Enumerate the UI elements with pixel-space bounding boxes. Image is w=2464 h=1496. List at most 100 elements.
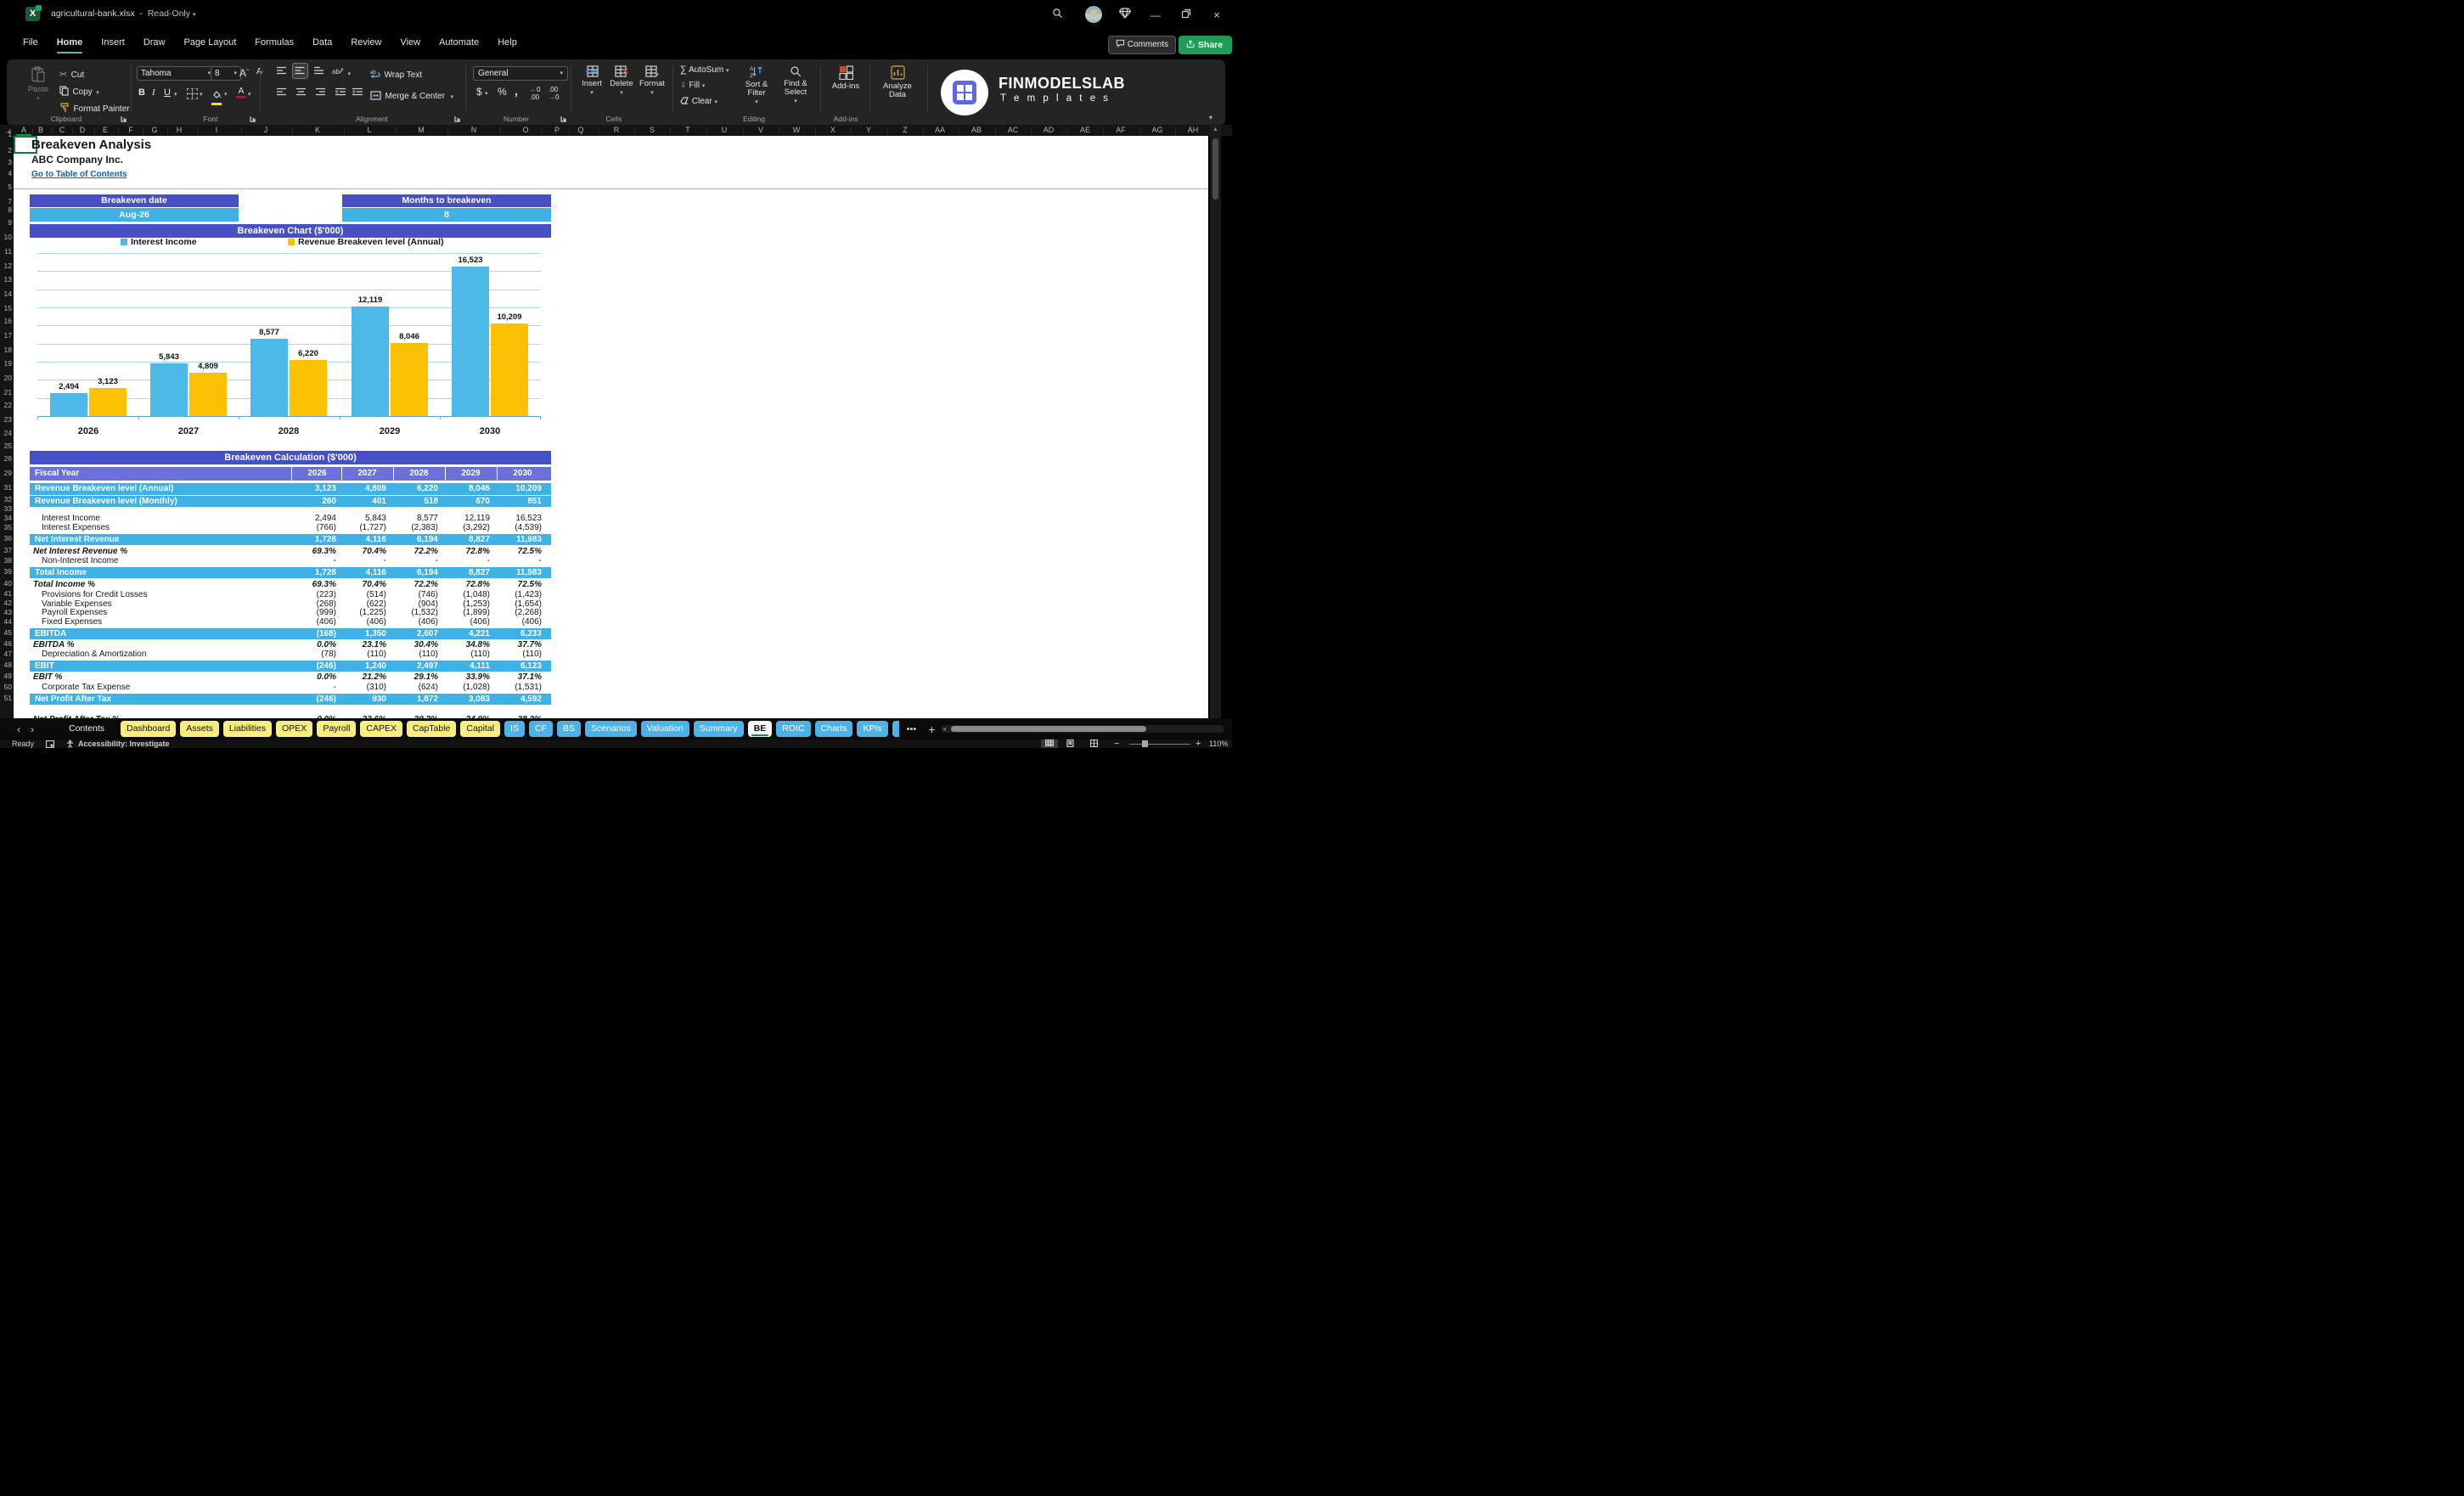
alignment-dialog-launcher[interactable]	[454, 115, 461, 122]
row-header-40[interactable]: 40	[0, 579, 12, 588]
horizontal-scroll-thumb[interactable]	[951, 726, 1146, 732]
table-row-interest-expenses[interactable]: Interest Expenses (766) (1,727) (2,383) (3,2…	[30, 523, 551, 532]
page-break-view-button[interactable]	[1089, 739, 1099, 748]
column-header-K[interactable]: K	[308, 125, 327, 136]
align-middle-icon[interactable]	[292, 63, 308, 79]
sheet-tab-contents[interactable]: Contents	[63, 721, 110, 737]
cell-value[interactable]: 260	[291, 496, 336, 507]
font-family-select[interactable]: Tahoma ▾	[137, 66, 215, 81]
column-header-AB[interactable]: AB	[967, 125, 986, 136]
cell-value[interactable]: -	[291, 683, 336, 692]
cell-value[interactable]: 401	[341, 496, 386, 507]
cell-value[interactable]: 33.9%	[445, 672, 490, 683]
table-row-depreciation-amortization[interactable]: Depreciation & Amortization (78) (110) (110…	[30, 650, 551, 659]
cell-value[interactable]: 4,809	[341, 483, 386, 495]
fill-button[interactable]: ⇩ Fill ▾	[680, 81, 705, 90]
cell-value[interactable]: (406)	[393, 618, 438, 627]
borders-chevron-icon[interactable]: ▾	[200, 91, 203, 98]
row-header-46[interactable]: 46	[0, 639, 12, 648]
row-header-37[interactable]: 37	[0, 546, 12, 554]
cell-value[interactable]: (246)	[291, 661, 336, 672]
column-header-AH[interactable]: AH	[1184, 125, 1202, 136]
cell-value[interactable]: 6,233	[497, 628, 542, 639]
cell-value[interactable]: 4,116	[341, 534, 386, 545]
breakeven-date-label[interactable]: Breakeven date	[30, 194, 239, 207]
breakeven-date-value[interactable]: Aug-26	[30, 208, 239, 222]
column-header-M[interactable]: M	[412, 125, 430, 136]
table-row-corporate-tax-expense[interactable]: Corporate Tax Expense - (310) (624) (1,028) (…	[30, 683, 551, 692]
cell-value[interactable]: 518	[393, 496, 438, 507]
cell-value[interactable]: (246)	[291, 694, 336, 705]
decrease-indent-icon[interactable]	[335, 87, 346, 97]
row-header-15[interactable]: 15	[0, 304, 12, 312]
new-sheet-button[interactable]: +	[928, 723, 935, 736]
find-select-button[interactable]: Find & Select ▾	[778, 65, 813, 106]
row-header-16[interactable]: 16	[0, 317, 12, 325]
column-header-N[interactable]: N	[464, 125, 483, 136]
row-header-49[interactable]: 49	[0, 672, 12, 680]
column-header-X[interactable]: X	[824, 125, 842, 136]
cell-value[interactable]: (1,899)	[445, 609, 490, 617]
increase-indent-icon[interactable]	[352, 87, 363, 97]
cell-value[interactable]: (766)	[291, 523, 336, 532]
cell-value[interactable]: -	[497, 557, 542, 565]
menu-tab-view[interactable]: View	[392, 32, 428, 56]
table-row-provisions-for-credit-losses[interactable]: Provisions for Credit Losses (223) (514) (7…	[30, 590, 551, 599]
table-row-net-interest-revenue[interactable]: Net Interest Revenue 1,728 4,116 6,194 8,827…	[30, 534, 551, 545]
menu-tab-home[interactable]: Home	[49, 32, 91, 56]
menu-tab-review[interactable]: Review	[343, 32, 389, 56]
fill-color-button[interactable]	[211, 87, 222, 105]
cell-value[interactable]: 6,194	[393, 567, 438, 578]
share-button[interactable]: Share ▾	[1179, 36, 1232, 68]
vertical-scrollbar[interactable]: ▲	[1210, 125, 1221, 718]
cell-value[interactable]: 8,827	[445, 567, 490, 578]
table-row-net-profit-after-tax[interactable]: Net Profit After Tax (246) 930 1,872 3,083 4,…	[30, 694, 551, 705]
row-header-5[interactable]: 5	[0, 183, 12, 191]
row-header-38[interactable]: 38	[0, 556, 12, 565]
fiscal-year-header-row[interactable]: Fiscal Year 2026 2027 2028 2029 2030	[30, 467, 551, 481]
cell-value[interactable]: 8,577	[393, 514, 438, 523]
more-sheets-button[interactable]: •••	[907, 724, 917, 734]
sheet-tab-valuation[interactable]: Valuation	[640, 721, 689, 737]
cell-value[interactable]: 72.2%	[393, 547, 438, 557]
table-row-ebit[interactable]: EBIT % 0.0% 21.2% 29.1% 33.9% 37.1%	[30, 672, 551, 683]
menu-tab-page-layout[interactable]: Page Layout	[176, 32, 244, 56]
cell-value[interactable]: 1,350	[341, 628, 386, 639]
analyze-data-button[interactable]: Analyze Data	[876, 65, 919, 99]
column-header-U[interactable]: U	[715, 125, 734, 136]
cell-value[interactable]: 4,592	[497, 694, 542, 705]
cell-value[interactable]: 5,843	[341, 514, 386, 523]
sheet-tab-assets[interactable]: Assets	[180, 721, 219, 737]
column-header-D[interactable]: D	[73, 125, 92, 136]
cell-value[interactable]: 1,240	[341, 661, 386, 672]
cell-value[interactable]: (624)	[393, 683, 438, 692]
comma-format-button[interactable]: ,	[515, 84, 518, 98]
borders-button[interactable]	[187, 88, 198, 99]
fiscal-year-2027[interactable]: 2027	[341, 467, 392, 481]
menu-tab-insert[interactable]: Insert	[93, 32, 132, 56]
percent-format-button[interactable]: %	[498, 86, 507, 98]
column-header-P[interactable]: P	[548, 125, 566, 136]
cell-value[interactable]: (1,423)	[497, 590, 542, 599]
row-header-31[interactable]: 31	[0, 483, 12, 492]
row-header-43[interactable]: 43	[0, 608, 12, 616]
accessibility-status[interactable]: Accessibility: Investigate	[78, 740, 170, 748]
column-header-AA[interactable]: AA	[931, 125, 949, 136]
column-header-Q[interactable]: Q	[571, 125, 590, 136]
wrap-text-button[interactable]: ab Wrap Text	[370, 66, 422, 82]
cell-value[interactable]: 3,123	[291, 483, 336, 495]
column-header-R[interactable]: R	[607, 125, 626, 136]
menu-tab-help[interactable]: Help	[490, 32, 525, 56]
months-to-breakeven-label[interactable]: Months to breakeven	[342, 194, 551, 207]
zoom-in-button[interactable]: +	[1195, 740, 1201, 749]
sheet-tab-capex[interactable]: CAPEX	[360, 721, 403, 737]
cell-value[interactable]: 70.4%	[341, 580, 386, 590]
row-header-39[interactable]: 39	[0, 567, 12, 576]
column-header-V[interactable]: V	[751, 125, 770, 136]
cell-value[interactable]: (1,727)	[341, 523, 386, 532]
align-bottom-icon[interactable]	[313, 66, 324, 76]
sheet-tab-cf[interactable]: CF	[529, 721, 554, 737]
collapse-ribbon-chevron-icon[interactable]: ▾	[1209, 114, 1212, 121]
scroll-left-arrow-icon[interactable]: ◂	[942, 725, 946, 733]
number-format-select[interactable]: General ▾	[473, 66, 568, 81]
